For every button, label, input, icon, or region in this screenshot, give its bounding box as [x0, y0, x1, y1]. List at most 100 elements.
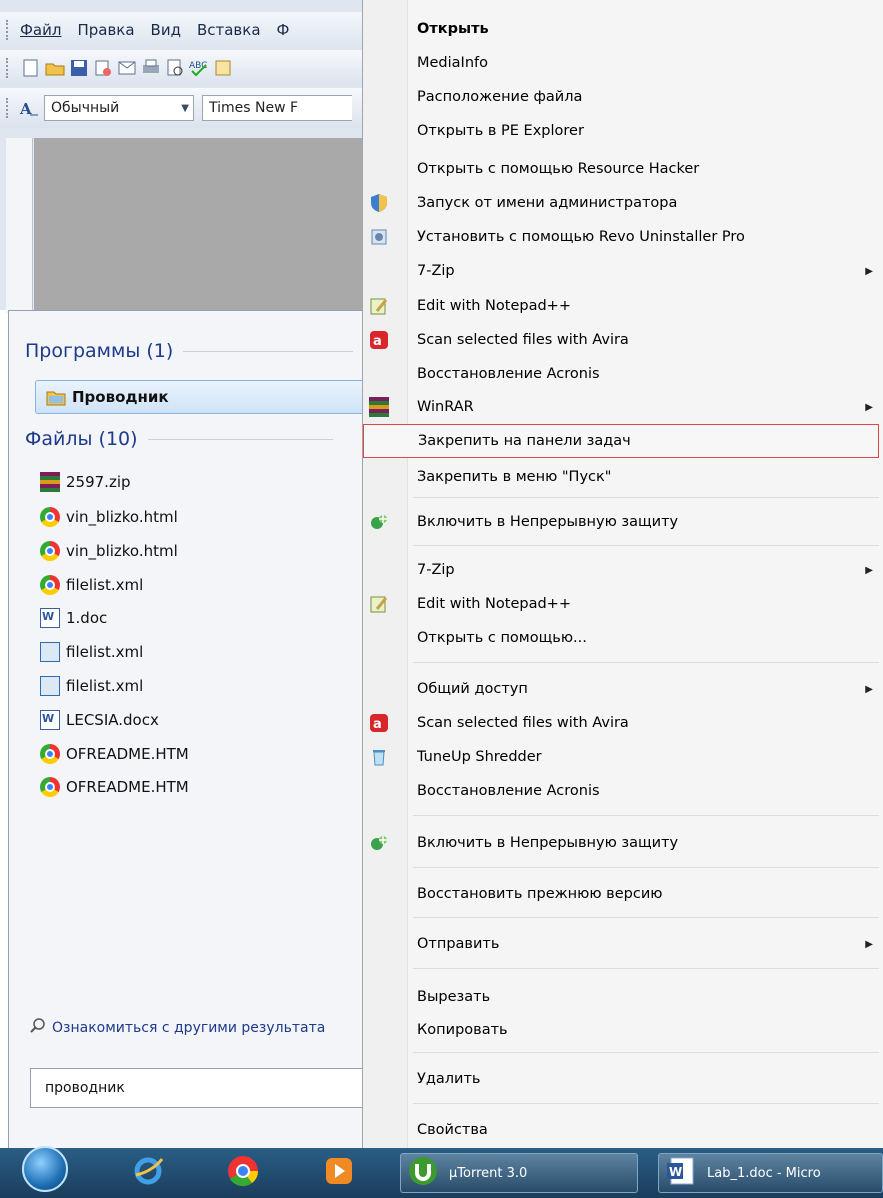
task-label: Lab_1.doc - Micro [707, 1165, 821, 1181]
menu-item-notepadpp[interactable]: Edit with Notepad++ [370, 289, 879, 323]
separator [413, 497, 879, 498]
more-results-label: Ознакомиться с другими результата [52, 1020, 326, 1036]
separator [413, 867, 879, 868]
menu-item-acronis-protect[interactable]: Включить в Непрерывную защиту [371, 505, 879, 539]
style-combo[interactable]: Обычный ▼ [44, 95, 194, 121]
taskbar-utorrent-task[interactable]: µTorrent 3.0 [400, 1153, 638, 1193]
menu-item-properties[interactable]: Свойства [409, 1113, 879, 1147]
windows-orb-icon [22, 1146, 68, 1192]
menu-item-open[interactable]: Открыть [409, 12, 879, 46]
document-area [34, 138, 365, 310]
files-header-label: Файлы (10) [25, 428, 138, 450]
list-item[interactable]: OFREADME.HTM [40, 772, 189, 802]
menu-file[interactable]: Файл [20, 21, 61, 39]
shredder-icon [369, 747, 389, 767]
menu-item-restore-previous[interactable]: Восстановить прежнюю версию [409, 877, 879, 911]
menu-item-pin-taskbar[interactable]: Закрепить на панели задач [363, 424, 879, 458]
avira-icon: a [369, 713, 389, 733]
shield-icon [369, 193, 389, 213]
menu-item-acronis-restore[interactable]: Восстановление Acronis [409, 357, 879, 391]
menu-item-copy[interactable]: Копировать [409, 1013, 879, 1047]
chrome-icon [40, 575, 60, 595]
menu-item-send-to[interactable]: Отправить ▶ [409, 927, 879, 961]
menu-item-revo[interactable]: Установить с помощью Revo Uninstaller Pr… [371, 220, 879, 254]
open-folder-icon[interactable] [44, 57, 66, 79]
separator [413, 1103, 879, 1104]
menu-item-avira-2[interactable]: a Scan selected files with Avira [370, 706, 879, 740]
word-standard-toolbar: ABC [0, 50, 365, 86]
list-item[interactable]: 2597.zip [40, 467, 131, 497]
menu-item-pin-start[interactable]: Закрепить в меню "Пуск" [409, 460, 879, 494]
save-icon[interactable] [68, 57, 90, 79]
search-input[interactable]: проводник [30, 1068, 365, 1108]
list-item[interactable]: vin_blizko.html [40, 502, 178, 532]
list-item[interactable]: vin_blizko.html [40, 536, 178, 566]
submenu-arrow-icon: ▶ [865, 683, 873, 695]
menu-item-cut[interactable]: Вырезать [409, 980, 879, 1014]
menu-item-7zip-2[interactable]: 7-Zip ▶ [409, 553, 879, 587]
spelling-icon[interactable]: ABC [188, 57, 210, 79]
menu-item-run-as-admin[interactable]: Запуск от имени администратора [371, 186, 879, 220]
list-item[interactable]: 1.doc [40, 603, 107, 633]
menu-item-pe-explorer[interactable]: Открыть в PE Explorer [409, 114, 879, 148]
menu-item-shredder[interactable]: TuneUp Shredder [373, 740, 879, 774]
notepad-icon [369, 594, 389, 614]
menu-item-delete[interactable]: Удалить [409, 1062, 879, 1096]
menu-item-acronis-restore-2[interactable]: Восстановление Acronis [409, 774, 879, 808]
menu-item-avira[interactable]: a Scan selected files with Avira [370, 323, 879, 357]
submenu-arrow-icon: ▶ [865, 265, 873, 277]
print-icon[interactable] [140, 57, 162, 79]
internet-explorer-icon [130, 1153, 166, 1193]
menu-item-7zip[interactable]: 7-Zip ▶ [409, 254, 879, 288]
menu-edit[interactable]: Правка [77, 21, 134, 39]
divider [147, 438, 333, 440]
list-item[interactable]: filelist.xml [40, 671, 143, 701]
styles-icon[interactable]: A [18, 97, 40, 119]
more-results-link[interactable]: Ознакомиться с другими результата [30, 1018, 325, 1038]
svg-text:a: a [373, 334, 382, 349]
menu-item-share[interactable]: Общий доступ ▶ [409, 672, 879, 706]
font-combo[interactable]: Times New F [202, 95, 352, 121]
chrome-icon [40, 507, 60, 527]
submenu-arrow-icon: ▶ [865, 401, 873, 413]
print-preview-icon[interactable] [164, 57, 186, 79]
menu-item-resource-hacker[interactable]: Открыть с помощью Resource Hacker [409, 152, 879, 186]
program-item-label: Проводник [72, 388, 169, 406]
menu-item-acronis-protect-2[interactable]: Включить в Непрерывную защиту [371, 826, 879, 860]
menu-item-notepadpp-2[interactable]: Edit with Notepad++ [370, 587, 879, 621]
research-icon[interactable] [212, 57, 234, 79]
folder-icon [46, 387, 66, 407]
menu-item-mediainfo[interactable]: MediaInfo [409, 46, 879, 80]
permission-icon[interactable] [92, 57, 114, 79]
email-icon[interactable] [116, 57, 138, 79]
menu-format[interactable]: Ф [277, 21, 290, 39]
menu-view[interactable]: Вид [151, 21, 181, 39]
new-document-icon[interactable] [20, 57, 42, 79]
start-button[interactable] [22, 1146, 68, 1192]
search-input-value: проводник [45, 1080, 125, 1096]
chrome-icon [40, 541, 60, 561]
winrar-icon [369, 397, 389, 417]
menu-item-file-location[interactable]: Расположение файла [409, 80, 879, 114]
taskbar-chrome-button[interactable] [225, 1154, 261, 1192]
svg-text:W: W [669, 1165, 682, 1179]
menu-item-winrar[interactable]: WinRAR ▶ [369, 390, 879, 424]
taskbar: µTorrent 3.0 W Lab_1.doc - Micro [0, 1146, 883, 1198]
program-item-explorer[interactable]: Проводник [35, 380, 365, 414]
xml-icon [40, 676, 60, 696]
font-combo-value: Times New F [209, 100, 299, 116]
list-item[interactable]: OFREADME.HTM [40, 739, 189, 769]
task-label: µTorrent 3.0 [449, 1165, 528, 1181]
taskbar-media-button[interactable] [322, 1154, 356, 1192]
taskbar-ie-button[interactable] [130, 1154, 166, 1192]
taskbar-word-task[interactable]: W Lab_1.doc - Micro [658, 1153, 883, 1193]
list-item[interactable]: filelist.xml [40, 570, 143, 600]
word-formatting-toolbar: A Обычный ▼ Times New F [0, 88, 365, 128]
menu-insert[interactable]: Вставка [197, 21, 261, 39]
toolbar-grip [6, 20, 14, 40]
menu-item-open-with[interactable]: Открыть с помощью... [409, 621, 879, 655]
list-item[interactable]: filelist.xml [40, 637, 143, 667]
submenu-arrow-icon: ▶ [865, 564, 873, 576]
list-item[interactable]: LECSIA.docx [40, 705, 159, 735]
context-menu: Открыть MediaInfo Расположение файла Отк… [362, 0, 883, 1160]
